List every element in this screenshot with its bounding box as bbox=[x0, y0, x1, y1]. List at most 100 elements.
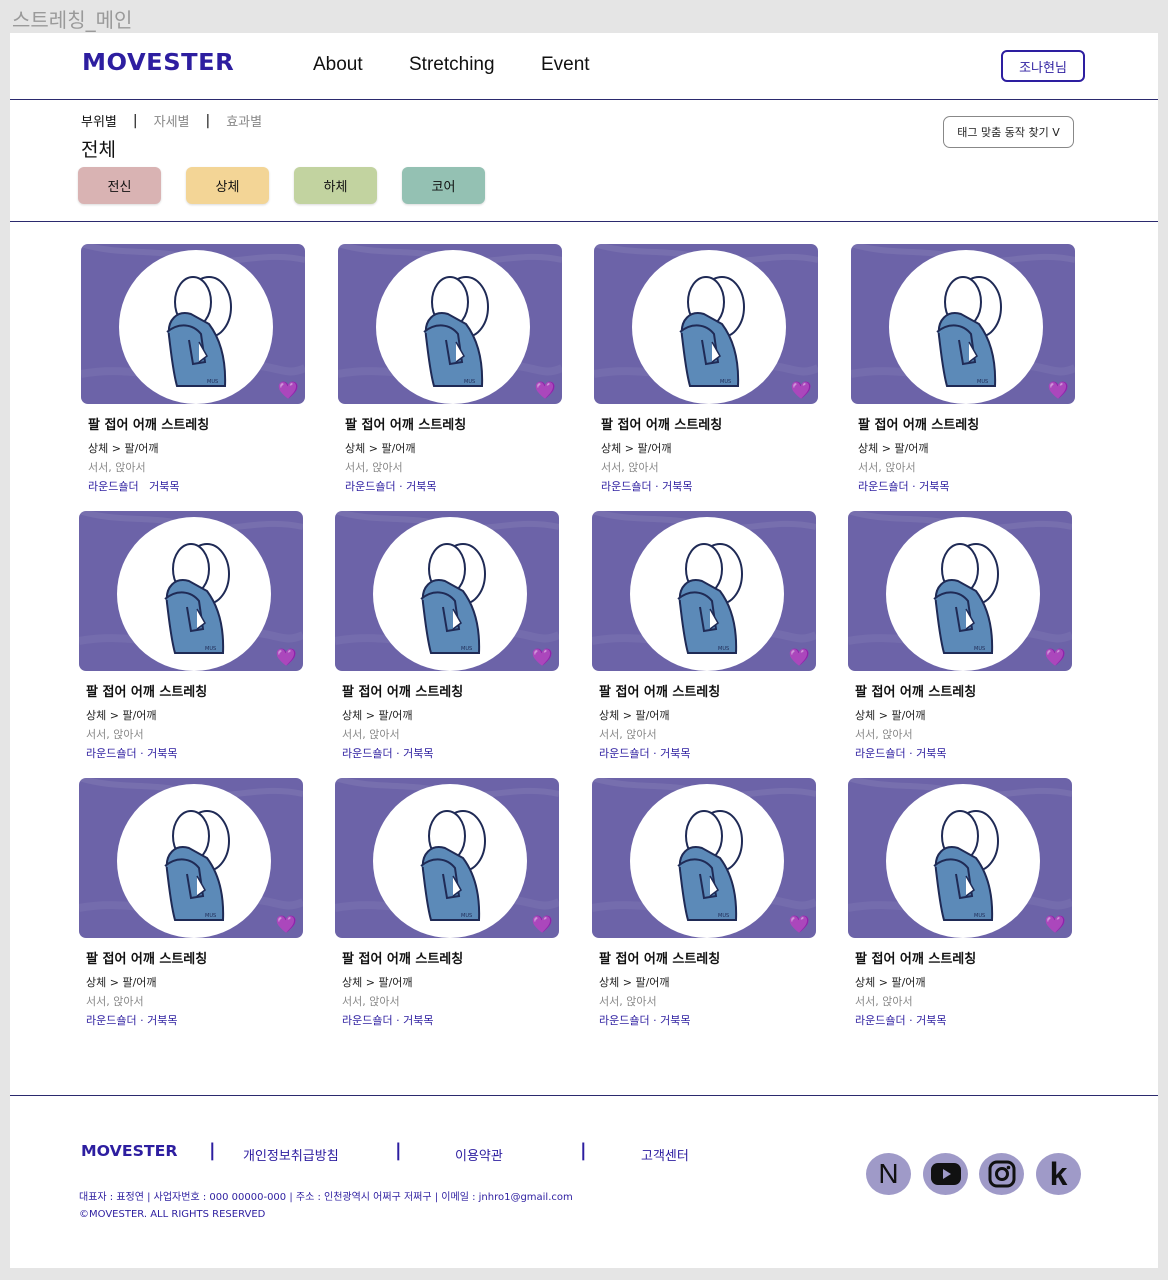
tab-effect[interactable]: 효과별 bbox=[226, 111, 262, 130]
card-tags[interactable]: 라운드숄더 · 거북목 bbox=[855, 1012, 1072, 1028]
card-pose: 서서, 앉아서 bbox=[599, 995, 657, 1008]
card-thumbnail[interactable]: MUS 💜 bbox=[594, 244, 818, 404]
card-title: 팔 접어 어깨 스트레칭 bbox=[86, 952, 208, 967]
favorite-heart-icon[interactable]: 💜 bbox=[532, 650, 553, 667]
chip-whole-body[interactable]: 전신 bbox=[78, 167, 161, 204]
card-tags[interactable]: 라운드숄더 · 거북목 bbox=[599, 1012, 816, 1028]
card-category: 상체 > 팔/어깨 bbox=[601, 442, 672, 455]
mus-mark: MUS bbox=[974, 913, 985, 919]
chip-core[interactable]: 코어 bbox=[402, 167, 485, 204]
stretching-card[interactable]: MUS 💜 팔 접어 어깨 스트레칭 상체 > 팔/어깨 서서, 앉아서 라운드숄더 · … bbox=[848, 778, 1072, 1028]
favorite-heart-icon[interactable]: 💜 bbox=[789, 917, 810, 934]
customer-center-link[interactable]: 고객센터 bbox=[641, 1145, 689, 1164]
nav-about[interactable]: About bbox=[313, 54, 363, 76]
favorite-heart-icon[interactable]: 💜 bbox=[276, 917, 297, 934]
instagram-icon bbox=[988, 1160, 1015, 1188]
favorite-heart-icon[interactable]: 💜 bbox=[532, 917, 553, 934]
privacy-policy-link[interactable]: 개인정보취급방침 bbox=[243, 1145, 339, 1164]
filter-bar: 부위별 | 자세별 | 효과별 전체 전신 상체 하체 코어 태그 맞춤 동작 … bbox=[10, 100, 1158, 222]
card-thumbnail[interactable]: MUS 💜 bbox=[592, 511, 816, 671]
card-tags[interactable]: 라운드숄더 · 거북목 bbox=[601, 478, 818, 494]
card-pose: 서서, 앉아서 bbox=[88, 461, 146, 474]
card-tags[interactable]: 라운드숄더 · 거북목 bbox=[86, 745, 303, 761]
card-tags[interactable]: 라운드숄더 · 거북목 bbox=[858, 478, 1075, 494]
favorite-heart-icon[interactable]: 💜 bbox=[1045, 917, 1066, 934]
naver-button[interactable]: N bbox=[866, 1153, 911, 1195]
stretch-illustration: MUS bbox=[338, 244, 562, 404]
favorite-heart-icon[interactable]: 💜 bbox=[278, 383, 299, 400]
stretching-card[interactable]: MUS 💜 팔 접어 어깨 스트레칭 상체 > 팔/어깨 서서, 앉아서 라운드숄더 · … bbox=[335, 511, 559, 761]
card-category: 상체 > 팔/어깨 bbox=[88, 442, 159, 455]
youtube-button[interactable] bbox=[923, 1153, 968, 1195]
card-thumbnail[interactable]: MUS 💜 bbox=[79, 778, 303, 938]
stretching-card[interactable]: MUS 💜 팔 접어 어깨 스트레칭 상체 > 팔/어깨 서서, 앉아서 라운드숄더 · … bbox=[335, 778, 559, 1028]
stretch-illustration: MUS bbox=[594, 244, 818, 404]
card-thumbnail[interactable]: MUS 💜 bbox=[335, 511, 559, 671]
card-thumbnail[interactable]: MUS 💜 bbox=[335, 778, 559, 938]
card-thumbnail[interactable]: MUS 💜 bbox=[338, 244, 562, 404]
stretching-card[interactable]: MUS 💜 팔 접어 어깨 스트레칭 상체 > 팔/어깨 서서, 앉아서 라운드숄더 · … bbox=[592, 511, 816, 761]
card-thumbnail[interactable]: MUS 💜 bbox=[592, 778, 816, 938]
stretching-card[interactable]: MUS 💜 팔 접어 어깨 스트레칭 상체 > 팔/어깨 서서, 앉아서 라운드숄더 · … bbox=[592, 778, 816, 1028]
card-tags[interactable]: 라운드숄더 · 거북목 bbox=[342, 745, 559, 761]
naver-icon: N bbox=[878, 1158, 899, 1189]
card-category: 상체 > 팔/어깨 bbox=[342, 709, 413, 722]
kakao-button[interactable]: k bbox=[1036, 1153, 1081, 1195]
chip-lower-body[interactable]: 하체 bbox=[294, 167, 377, 204]
favorite-heart-icon[interactable]: 💜 bbox=[1048, 383, 1069, 400]
stretching-card[interactable]: MUS 💜 팔 접어 어깨 스트레칭 상체 > 팔/어깨 서서, 앉아서 라운드숄더 · … bbox=[338, 244, 562, 494]
stretch-illustration: MUS bbox=[81, 244, 305, 404]
card-pose: 서서, 앉아서 bbox=[601, 461, 659, 474]
stretching-card[interactable]: MUS 💜 팔 접어 어깨 스트레칭 상체 > 팔/어깨 서서, 앉아서 라운드숄더 거북… bbox=[81, 244, 305, 494]
tab-body-part[interactable]: 부위별 bbox=[81, 111, 117, 130]
stretching-card[interactable]: MUS 💜 팔 접어 어깨 스트레칭 상체 > 팔/어깨 서서, 앉아서 라운드숄더 · … bbox=[848, 511, 1072, 761]
card-pose: 서서, 앉아서 bbox=[342, 995, 400, 1008]
footer-logo[interactable]: MOVESTER bbox=[81, 1142, 178, 1160]
chip-upper-body[interactable]: 상체 bbox=[186, 167, 269, 204]
card-tags[interactable]: 라운드숄더 · 거북목 bbox=[342, 1012, 559, 1028]
stretching-card[interactable]: MUS 💜 팔 접어 어깨 스트레칭 상체 > 팔/어깨 서서, 앉아서 라운드숄더 · … bbox=[79, 511, 303, 761]
card-category: 상체 > 팔/어깨 bbox=[599, 709, 670, 722]
card-category: 상체 > 팔/어깨 bbox=[855, 709, 926, 722]
favorite-heart-icon[interactable]: 💜 bbox=[1045, 650, 1066, 667]
card-thumbnail[interactable]: MUS 💜 bbox=[848, 778, 1072, 938]
stretching-card[interactable]: MUS 💜 팔 접어 어깨 스트레칭 상체 > 팔/어깨 서서, 앉아서 라운드숄더 · … bbox=[594, 244, 818, 494]
card-thumbnail[interactable]: MUS 💜 bbox=[79, 511, 303, 671]
youtube-icon bbox=[930, 1163, 961, 1185]
footer-separator: | bbox=[580, 1140, 587, 1161]
tag-search-button[interactable]: 태그 맞춤 동작 찾기 V bbox=[943, 116, 1074, 148]
stretch-illustration: MUS bbox=[851, 244, 1075, 404]
favorite-heart-icon[interactable]: 💜 bbox=[535, 383, 556, 400]
stretch-illustration: MUS bbox=[848, 778, 1072, 938]
stretching-card[interactable]: MUS 💜 팔 접어 어깨 스트레칭 상체 > 팔/어깨 서서, 앉아서 라운드숄더 · … bbox=[851, 244, 1075, 494]
logo[interactable]: MOVESTER bbox=[82, 50, 234, 76]
instagram-button[interactable] bbox=[979, 1153, 1024, 1195]
card-pose: 서서, 앉아서 bbox=[855, 995, 913, 1008]
mus-mark: MUS bbox=[718, 913, 729, 919]
card-pose: 서서, 앉아서 bbox=[345, 461, 403, 474]
frame-title: 스트레칭_메인 bbox=[12, 8, 133, 32]
card-category: 상체 > 팔/어깨 bbox=[86, 976, 157, 989]
card-tags[interactable]: 라운드숄더 · 거북목 bbox=[345, 478, 562, 494]
card-tags[interactable]: 라운드숄더 · 거북목 bbox=[855, 745, 1072, 761]
favorite-heart-icon[interactable]: 💜 bbox=[791, 383, 812, 400]
stretch-illustration: MUS bbox=[79, 511, 303, 671]
tab-separator: | bbox=[132, 112, 138, 129]
favorite-heart-icon[interactable]: 💜 bbox=[789, 650, 810, 667]
card-thumbnail[interactable]: MUS 💜 bbox=[848, 511, 1072, 671]
nav-event[interactable]: Event bbox=[541, 54, 590, 76]
stretching-card[interactable]: MUS 💜 팔 접어 어깨 스트레칭 상체 > 팔/어깨 서서, 앉아서 라운드숄더 · … bbox=[79, 778, 303, 1028]
tab-posture[interactable]: 자세별 bbox=[154, 111, 190, 130]
card-tags[interactable]: 라운드숄더 거북목 bbox=[88, 478, 305, 494]
mus-mark: MUS bbox=[461, 646, 472, 652]
card-pose: 서서, 앉아서 bbox=[855, 728, 913, 741]
favorite-heart-icon[interactable]: 💜 bbox=[276, 650, 297, 667]
terms-link[interactable]: 이용약관 bbox=[455, 1145, 503, 1164]
card-thumbnail[interactable]: MUS 💜 bbox=[81, 244, 305, 404]
user-menu-button[interactable]: 조나현님 bbox=[1001, 50, 1085, 82]
nav-stretching[interactable]: Stretching bbox=[409, 54, 495, 76]
card-tags[interactable]: 라운드숄더 · 거북목 bbox=[86, 1012, 303, 1028]
card-tags[interactable]: 라운드숄더 · 거북목 bbox=[599, 745, 816, 761]
card-thumbnail[interactable]: MUS 💜 bbox=[851, 244, 1075, 404]
mus-mark: MUS bbox=[974, 646, 985, 652]
